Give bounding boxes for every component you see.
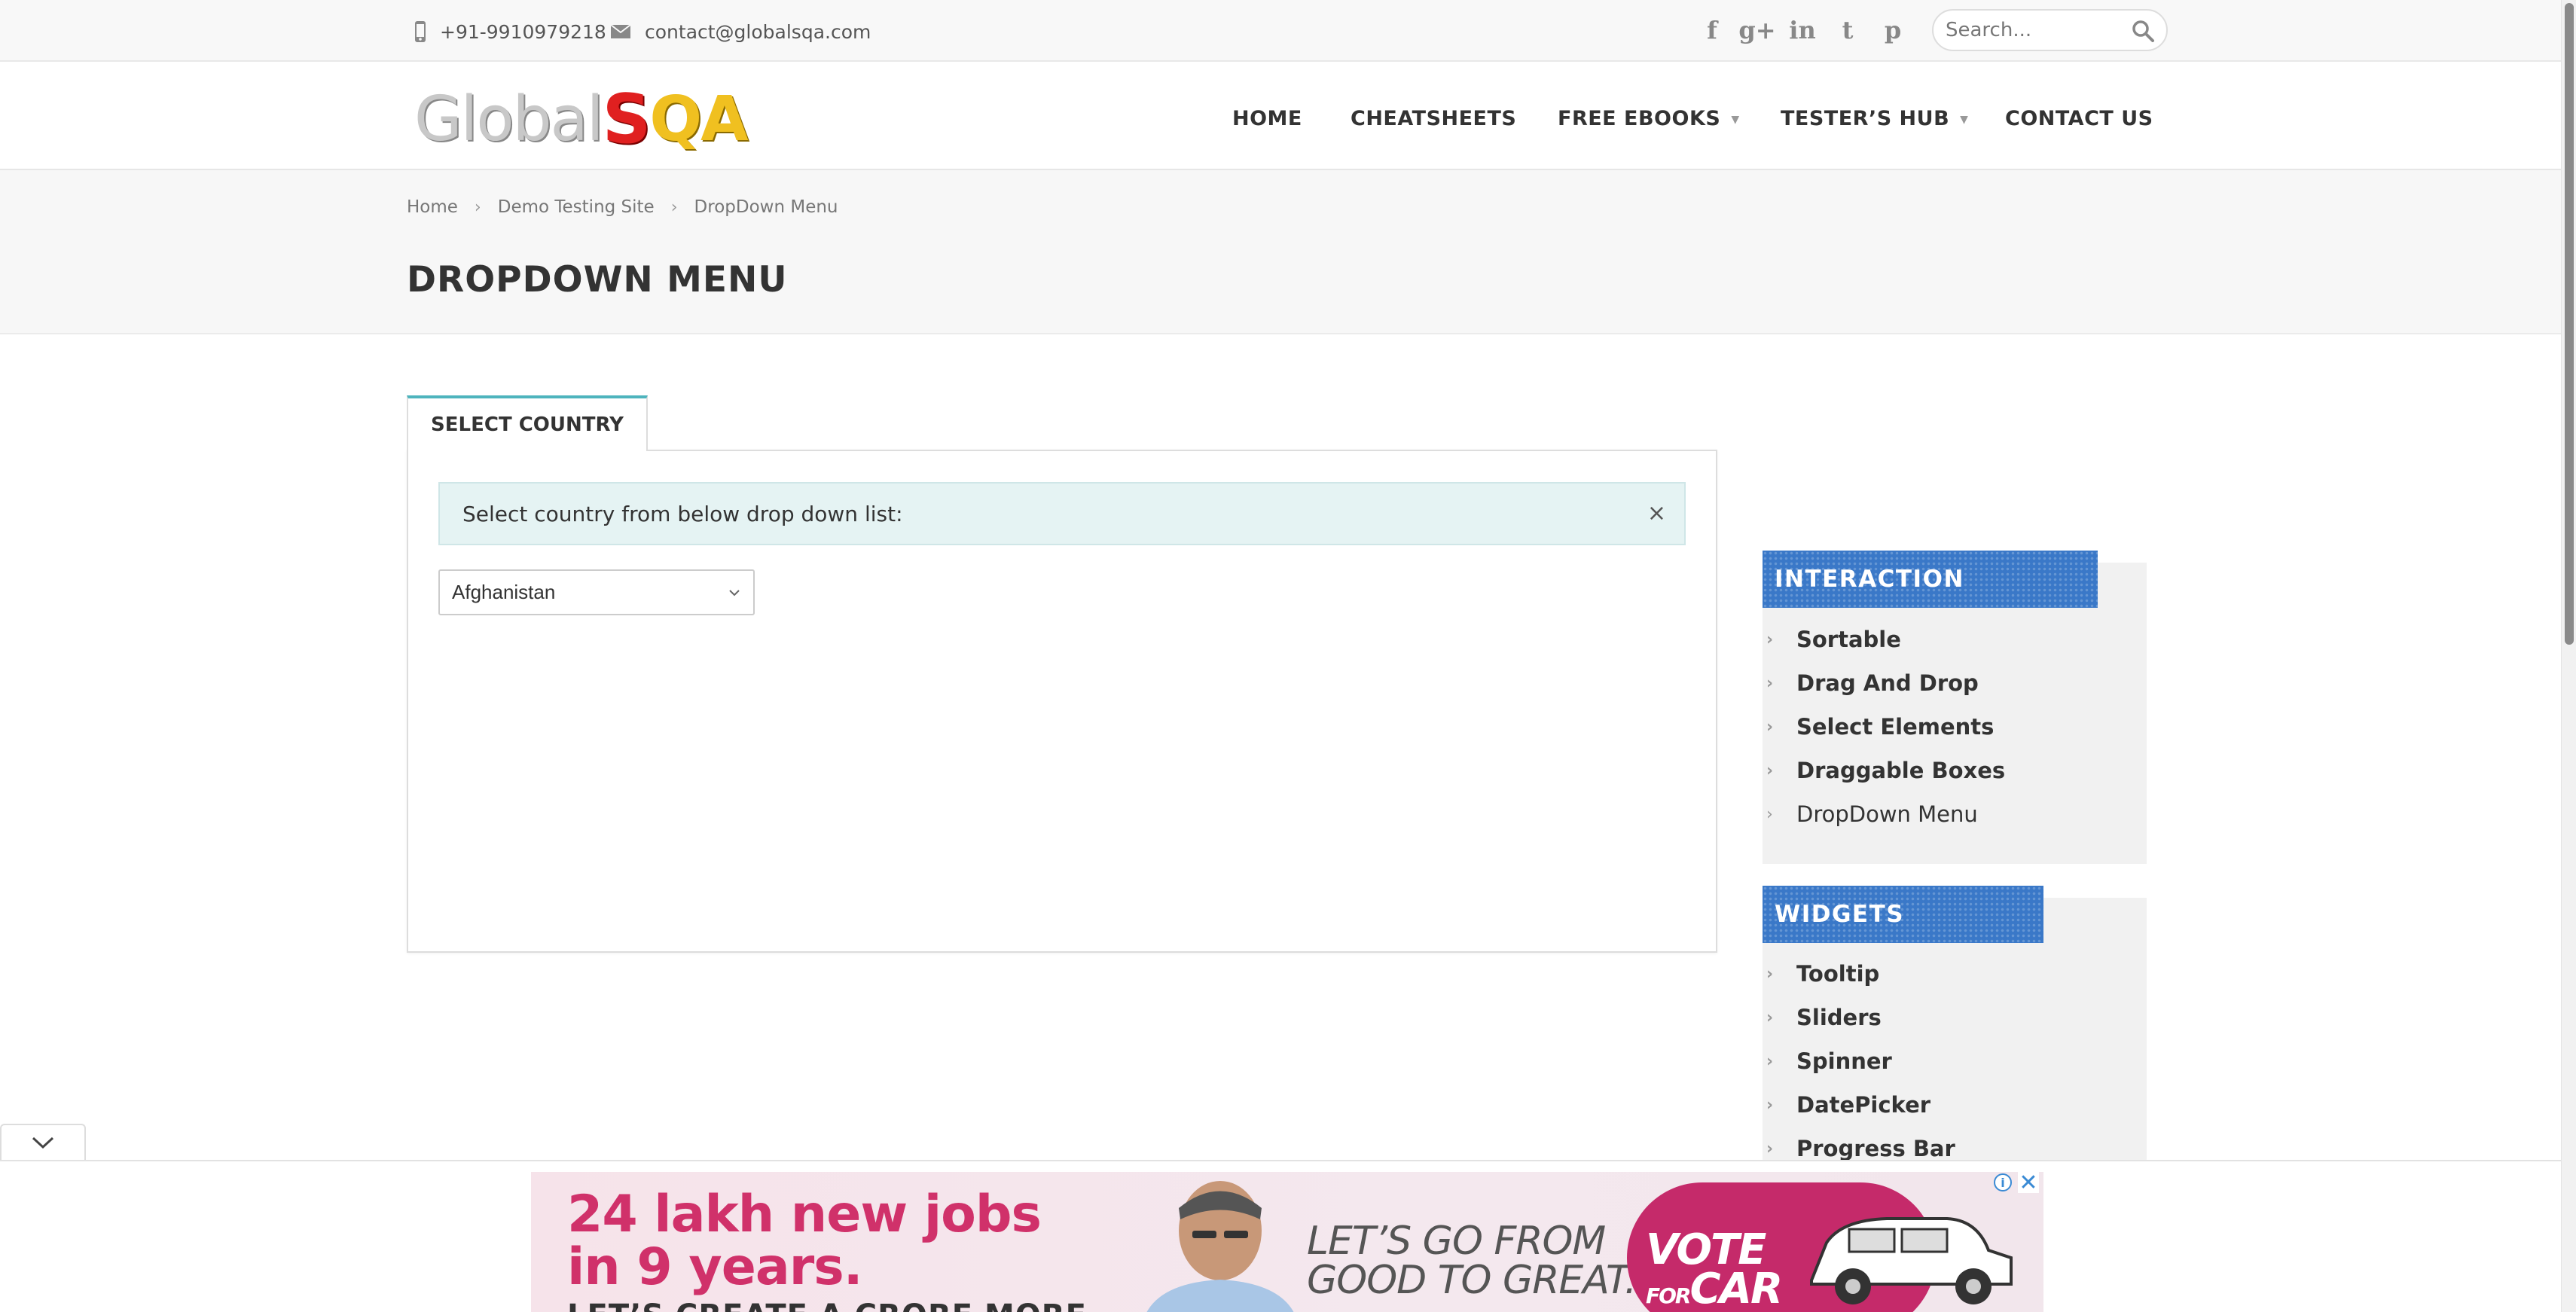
sidebar-item-label: Spinner bbox=[1796, 1048, 1892, 1074]
pinterest-icon[interactable]: p bbox=[1879, 15, 1906, 45]
breadcrumb-current: DropDown Menu bbox=[694, 197, 838, 217]
ad-headline-line1: 24 lakh new jobs bbox=[567, 1185, 1042, 1244]
phone-contact: +91-9910979218 bbox=[414, 17, 606, 47]
google-plus-icon[interactable]: g+ bbox=[1738, 15, 1775, 45]
ad-slogan-line1: LET’S GO FROM bbox=[1307, 1219, 1606, 1264]
breadcrumb-demo-testing-site[interactable]: Demo Testing Site bbox=[498, 197, 655, 217]
ad-vote-for: FOR bbox=[1646, 1283, 1691, 1308]
ad-person-image bbox=[1146, 1181, 1294, 1312]
sidebar-item-draggable-boxes[interactable]: › Draggable Boxes bbox=[1766, 758, 2005, 783]
nav-home[interactable]: HOME bbox=[1232, 107, 1302, 130]
ad-slogan: LET’S GO FROM GOOD TO GREAT. bbox=[1307, 1219, 1637, 1303]
sidebar-item-tooltip[interactable]: › Tooltip bbox=[1766, 961, 1879, 987]
sidebar-item-spinner[interactable]: › Spinner bbox=[1766, 1048, 1892, 1074]
sidebar-item-label: Sortable bbox=[1796, 627, 1901, 652]
sidebar-item-datepicker[interactable]: › DatePicker bbox=[1766, 1092, 1930, 1118]
sidebar-item-label: Drag And Drop bbox=[1796, 670, 1979, 696]
chevron-down-icon bbox=[729, 590, 740, 597]
search-box bbox=[1932, 9, 2168, 51]
social-links: f g+ in t p bbox=[1699, 15, 1906, 45]
main-nav: HOME CHEATSHEETS FREE EBOOKS ▼ TESTER’S H… bbox=[0, 107, 2561, 137]
site-header: Global S QA HOME CHEATSHEETS FREE EBOOKS ▼ … bbox=[0, 63, 2561, 170]
sidebar-item-label: DropDown Menu bbox=[1796, 801, 1978, 827]
nav-testers-hub[interactable]: TESTER’S HUB ▼ bbox=[1781, 107, 1968, 130]
page-title-band: Home › Demo Testing Site › DropDown Menu… bbox=[0, 170, 2561, 334]
ad-headline: 24 lakh new jobs in 9 years. bbox=[567, 1185, 1042, 1297]
nav-testers-hub-label: TESTER’S HUB bbox=[1781, 107, 1950, 130]
chevron-right-icon: › bbox=[670, 197, 678, 217]
email-contact[interactable]: contact@globalsqa.com bbox=[610, 17, 871, 47]
phone-icon bbox=[415, 21, 426, 42]
chevron-down-icon bbox=[32, 1137, 54, 1149]
ad-vote-text: VOTE FORCAR bbox=[1646, 1229, 1784, 1312]
sidebar-item-label: DatePicker bbox=[1796, 1092, 1931, 1118]
ad-vote-car: CAR bbox=[1689, 1265, 1784, 1312]
breadcrumb-home[interactable]: Home bbox=[407, 197, 458, 217]
close-icon[interactable]: × bbox=[1647, 500, 1666, 526]
page-title: DROPDOWN MENU bbox=[407, 259, 788, 301]
linkedin-icon[interactable]: in bbox=[1789, 15, 1816, 45]
ad-collapse-button[interactable] bbox=[0, 1124, 86, 1160]
chevron-right-icon: › bbox=[1766, 630, 1774, 649]
envelope-icon bbox=[610, 24, 631, 38]
chevron-right-icon: › bbox=[1766, 673, 1774, 693]
tab-panel: Select country from below drop down list… bbox=[407, 450, 1717, 953]
nav-free-ebooks-label: FREE EBOOKS bbox=[1558, 107, 1721, 130]
nav-contact-us[interactable]: CONTACT US bbox=[2005, 107, 2153, 130]
info-alert-text: Select country from below drop down list… bbox=[462, 501, 903, 526]
scrollbar-thumb[interactable] bbox=[2565, 3, 2574, 645]
ad-headline-line2: in 9 years. bbox=[567, 1237, 863, 1297]
facebook-icon[interactable]: f bbox=[1699, 15, 1726, 45]
nav-cheatsheets[interactable]: CHEATSHEETS bbox=[1351, 107, 1516, 130]
email-address[interactable]: contact@globalsqa.com bbox=[645, 21, 871, 43]
sidebar-item-label: Sliders bbox=[1796, 1005, 1882, 1030]
search-icon[interactable] bbox=[2132, 20, 2154, 42]
phone-number: +91-9910979218 bbox=[440, 20, 606, 43]
caret-down-icon: ▼ bbox=[1731, 113, 1740, 126]
sidebar-item-label: Progress Bar bbox=[1796, 1136, 1955, 1161]
sidebar-item-label: Select Elements bbox=[1796, 714, 1995, 740]
sidebar-item-label: Tooltip bbox=[1796, 961, 1880, 987]
breadcrumb: Home › Demo Testing Site › DropDown Menu bbox=[407, 197, 838, 217]
sidebar-item-sortable[interactable]: › Sortable bbox=[1766, 627, 1901, 652]
chevron-right-icon: › bbox=[1766, 1008, 1774, 1027]
ad-close-icon[interactable]: ✕ bbox=[2018, 1172, 2039, 1196]
sidebar-item-progress-bar[interactable]: › Progress Bar bbox=[1766, 1136, 1955, 1161]
country-select-value: Afghanistan bbox=[452, 581, 556, 603]
ad-bar: 24 lakh new jobs in 9 years. LET’S CREAT… bbox=[0, 1160, 2561, 1312]
ad-slogan-line2: GOOD TO GREAT. bbox=[1307, 1258, 1637, 1303]
sidebar-heading-interaction: INTERACTION bbox=[1763, 551, 2098, 608]
chevron-right-icon: › bbox=[1766, 717, 1774, 737]
sidebar-item-sliders[interactable]: › Sliders bbox=[1766, 1005, 1882, 1030]
twitter-icon[interactable]: t bbox=[1834, 15, 1861, 45]
chevron-right-icon: › bbox=[1766, 1095, 1774, 1115]
caret-down-icon: ▼ bbox=[1960, 113, 1969, 126]
info-alert: Select country from below drop down list… bbox=[438, 482, 1686, 545]
nav-free-ebooks[interactable]: FREE EBOOKS ▼ bbox=[1558, 107, 1740, 130]
sidebar-item-drag-and-drop[interactable]: › Drag And Drop bbox=[1766, 670, 1979, 696]
search-input[interactable] bbox=[1946, 19, 2126, 41]
ad-info-icon[interactable]: i bbox=[1994, 1173, 2012, 1191]
page-scrollbar[interactable] bbox=[2561, 0, 2576, 1312]
sidebar-item-select-elements[interactable]: › Select Elements bbox=[1766, 714, 1994, 740]
sidebar-heading-widgets: WIDGETS bbox=[1763, 886, 2043, 943]
sidebar-item-dropdown-menu[interactable]: › DropDown Menu bbox=[1766, 801, 1978, 827]
top-contact-bar: +91-9910979218 contact@globalsqa.com f g… bbox=[0, 0, 2561, 62]
chevron-right-icon: › bbox=[1766, 804, 1773, 824]
chevron-right-icon: › bbox=[474, 197, 481, 217]
advertisement-banner[interactable]: 24 lakh new jobs in 9 years. LET’S CREAT… bbox=[531, 1172, 2043, 1312]
sidebar-item-label: Draggable Boxes bbox=[1796, 758, 2006, 783]
chevron-right-icon: › bbox=[1766, 964, 1774, 984]
chevron-right-icon: › bbox=[1766, 1051, 1774, 1071]
ad-headline-line3: LET’S CREATE A CRORE MORE bbox=[567, 1298, 1087, 1312]
chevron-right-icon: › bbox=[1766, 761, 1774, 780]
tab-select-country[interactable]: SELECT COUNTRY bbox=[407, 395, 648, 451]
country-select[interactable]: Afghanistan bbox=[438, 569, 755, 615]
chevron-right-icon: › bbox=[1766, 1139, 1774, 1158]
car-icon bbox=[1810, 1217, 2013, 1304]
